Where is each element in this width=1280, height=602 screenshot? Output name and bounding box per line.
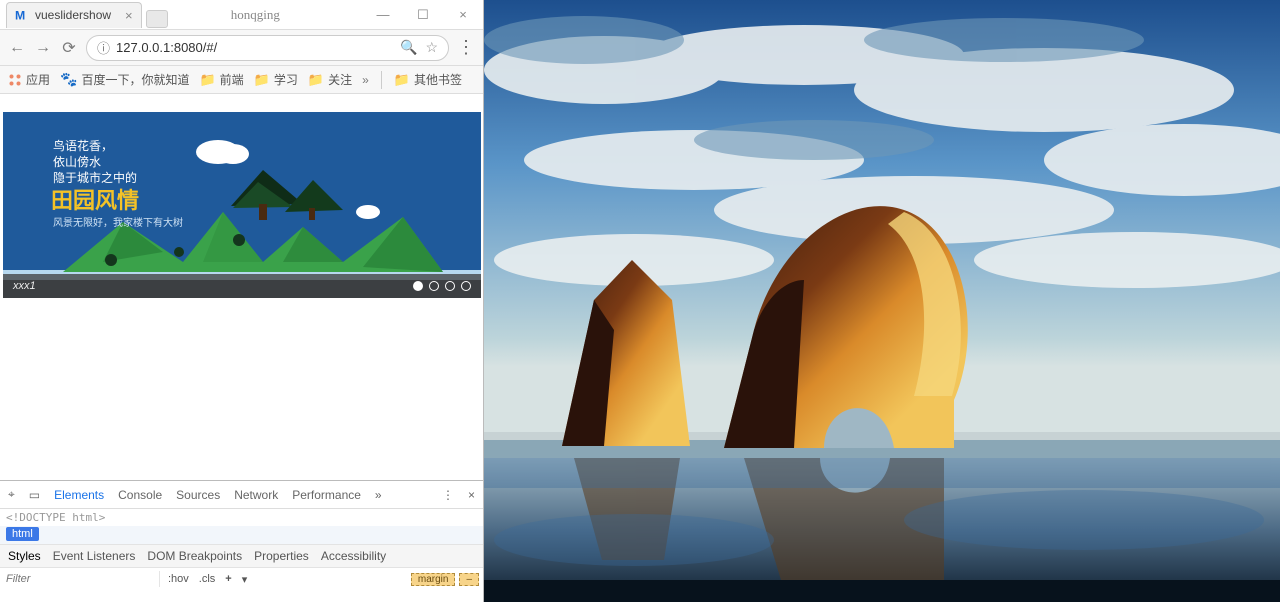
breadcrumb-node[interactable]: html xyxy=(6,527,39,541)
dom-tree-hint: <!DOCTYPE html> xyxy=(0,509,483,526)
folder-icon: 📁 xyxy=(254,72,270,88)
bookmark-label: 前端 xyxy=(220,71,244,88)
window-minimize-icon[interactable]: — xyxy=(363,4,403,26)
tab-favicon-icon: M xyxy=(15,8,29,22)
devtools-close-icon[interactable]: × xyxy=(468,488,475,502)
dom-breadcrumb[interactable]: html xyxy=(0,526,483,544)
browser-menu-icon[interactable]: ⋮ xyxy=(457,37,475,58)
svg-text:鸟语花香，: 鸟语花香， xyxy=(53,138,113,153)
nav-back-icon[interactable]: ← xyxy=(8,39,26,57)
svg-text:风景无限好，我家楼下有大树: 风景无限好，我家楼下有大树 xyxy=(53,216,183,229)
svg-text:M: M xyxy=(15,8,25,22)
devtools-tabs-overflow-icon[interactable]: » xyxy=(375,488,382,502)
new-tab-button[interactable] xyxy=(146,10,168,28)
apps-label: 应用 xyxy=(26,71,50,88)
bookmark-label: 学习 xyxy=(274,71,298,88)
apps-shortcut[interactable]: 应用 xyxy=(8,71,50,88)
slide-caption-bar: xxx1 xyxy=(3,274,481,298)
tabs-row: M vueslidershow × xyxy=(6,2,168,28)
devtools-tab-elements[interactable]: Elements xyxy=(54,488,104,502)
url-input[interactable] xyxy=(116,40,394,55)
slideshow[interactable]: 鸟语花香， 依山傍水 隐于城市之中的 田园风情 风景无限好，我家楼下有大树 xx… xyxy=(3,112,481,298)
window-controls: — ☐ × xyxy=(363,4,483,26)
devtools-menu-icon[interactable]: ⋮ xyxy=(442,488,454,502)
device-toolbar-icon[interactable]: ▭ xyxy=(29,488,40,502)
box-model-margin-value: – xyxy=(459,573,479,586)
bookmark-item[interactable]: 📁 学习 xyxy=(254,71,298,88)
nav-forward-icon[interactable]: → xyxy=(34,39,52,57)
svg-text:田园风情: 田园风情 xyxy=(51,188,139,213)
wallpaper-image xyxy=(484,0,1280,602)
box-model-preview: margin – xyxy=(411,573,483,586)
svg-text:依山傍水: 依山傍水 xyxy=(53,154,101,169)
panel-tab-accessibility[interactable]: Accessibility xyxy=(321,549,386,563)
bookmarks-bar: 应用 🐾 百度一下，你就知道 📁 前端 📁 学习 📁 关注 » 📁 其他书签 xyxy=(0,66,483,94)
window-maximize-icon[interactable]: ☐ xyxy=(403,4,443,26)
box-model-margin-label: margin xyxy=(411,573,456,586)
baidu-icon: 🐾 xyxy=(60,71,77,88)
styles-toolbar: :hov .cls + ▾ margin – xyxy=(0,568,483,590)
bookmark-item[interactable]: 📁 前端 xyxy=(199,71,243,88)
cls-toggle[interactable]: .cls xyxy=(199,573,216,586)
bookmark-label: 关注 xyxy=(328,71,352,88)
inspect-element-icon[interactable]: ⌖ xyxy=(8,487,15,502)
other-bookmarks[interactable]: 📁 其他书签 xyxy=(394,71,462,88)
bookmark-item[interactable]: 🐾 百度一下，你就知道 xyxy=(60,71,189,88)
slide-caption: xxx1 xyxy=(13,280,36,292)
panel-tab-styles[interactable]: Styles xyxy=(8,549,41,563)
bookmark-item[interactable]: 📁 关注 xyxy=(308,71,352,88)
browser-tab[interactable]: M vueslidershow × xyxy=(6,2,142,28)
site-info-icon[interactable]: ⓘ xyxy=(97,38,110,57)
slide-dots xyxy=(413,281,471,291)
tab-close-icon[interactable]: × xyxy=(125,8,133,23)
address-bar: ← → ⟳ ⓘ 🔍 ☆ ⋮ xyxy=(0,30,483,66)
new-style-rule-icon[interactable]: + xyxy=(225,573,231,586)
slide-banner: 鸟语花香， 依山傍水 隐于城市之中的 田园风情 风景无限好，我家楼下有大树 xyxy=(3,112,481,298)
devtools-tab-console[interactable]: Console xyxy=(118,488,162,502)
style-rule-menu-icon[interactable]: ▾ xyxy=(242,573,248,586)
devtools-tabs: ⌖ ▭ Elements Console Sources Network Per… xyxy=(0,481,483,509)
bookmarks-overflow-icon[interactable]: » xyxy=(362,73,369,87)
devtools-panel-tabs: Styles Event Listeners DOM Breakpoints P… xyxy=(0,544,483,568)
devtools-tab-sources[interactable]: Sources xyxy=(176,488,220,502)
panel-tab-properties[interactable]: Properties xyxy=(254,549,309,563)
devtools-tab-performance[interactable]: Performance xyxy=(292,488,361,502)
svg-text:隐于城市之中的: 隐于城市之中的 xyxy=(53,170,137,185)
nav-reload-icon[interactable]: ⟳ xyxy=(60,38,78,58)
bookmark-star-icon[interactable]: ☆ xyxy=(425,39,438,56)
window-titlebar: M vueslidershow × honqging — ☐ × xyxy=(0,0,483,30)
tab-title: vueslidershow xyxy=(35,8,111,22)
slide-dot[interactable] xyxy=(461,281,471,291)
url-box[interactable]: ⓘ 🔍 ☆ xyxy=(86,35,449,61)
browser-window: M vueslidershow × honqging — ☐ × ← → ⟳ ⓘ… xyxy=(0,0,484,602)
window-close-icon[interactable]: × xyxy=(443,4,483,26)
panel-tab-event-listeners[interactable]: Event Listeners xyxy=(53,549,136,563)
search-in-page-icon[interactable]: 🔍 xyxy=(400,39,417,56)
hov-toggle[interactable]: :hov xyxy=(168,573,189,586)
slide-dot[interactable] xyxy=(429,281,439,291)
bookmark-label: 百度一下，你就知道 xyxy=(81,71,189,88)
folder-icon: 📁 xyxy=(394,72,410,88)
folder-icon: 📁 xyxy=(308,72,324,88)
devtools-tab-network[interactable]: Network xyxy=(234,488,278,502)
panel-tab-dom-breakpoints[interactable]: DOM Breakpoints xyxy=(147,549,242,563)
apps-grid-icon xyxy=(8,73,22,87)
slide-dot[interactable] xyxy=(445,281,455,291)
folder-icon: 📁 xyxy=(199,72,215,88)
window-user-label: honqging xyxy=(231,7,280,23)
other-bookmarks-label: 其他书签 xyxy=(414,71,462,88)
bookmarks-divider xyxy=(381,71,382,89)
desktop-wallpaper xyxy=(484,0,1280,602)
styles-filter-input[interactable] xyxy=(0,571,160,587)
devtools: ⌖ ▭ Elements Console Sources Network Per… xyxy=(0,480,483,602)
page-viewport: 鸟语花香， 依山傍水 隐于城市之中的 田园风情 风景无限好，我家楼下有大树 xx… xyxy=(0,94,483,480)
slide-dot[interactable] xyxy=(413,281,423,291)
